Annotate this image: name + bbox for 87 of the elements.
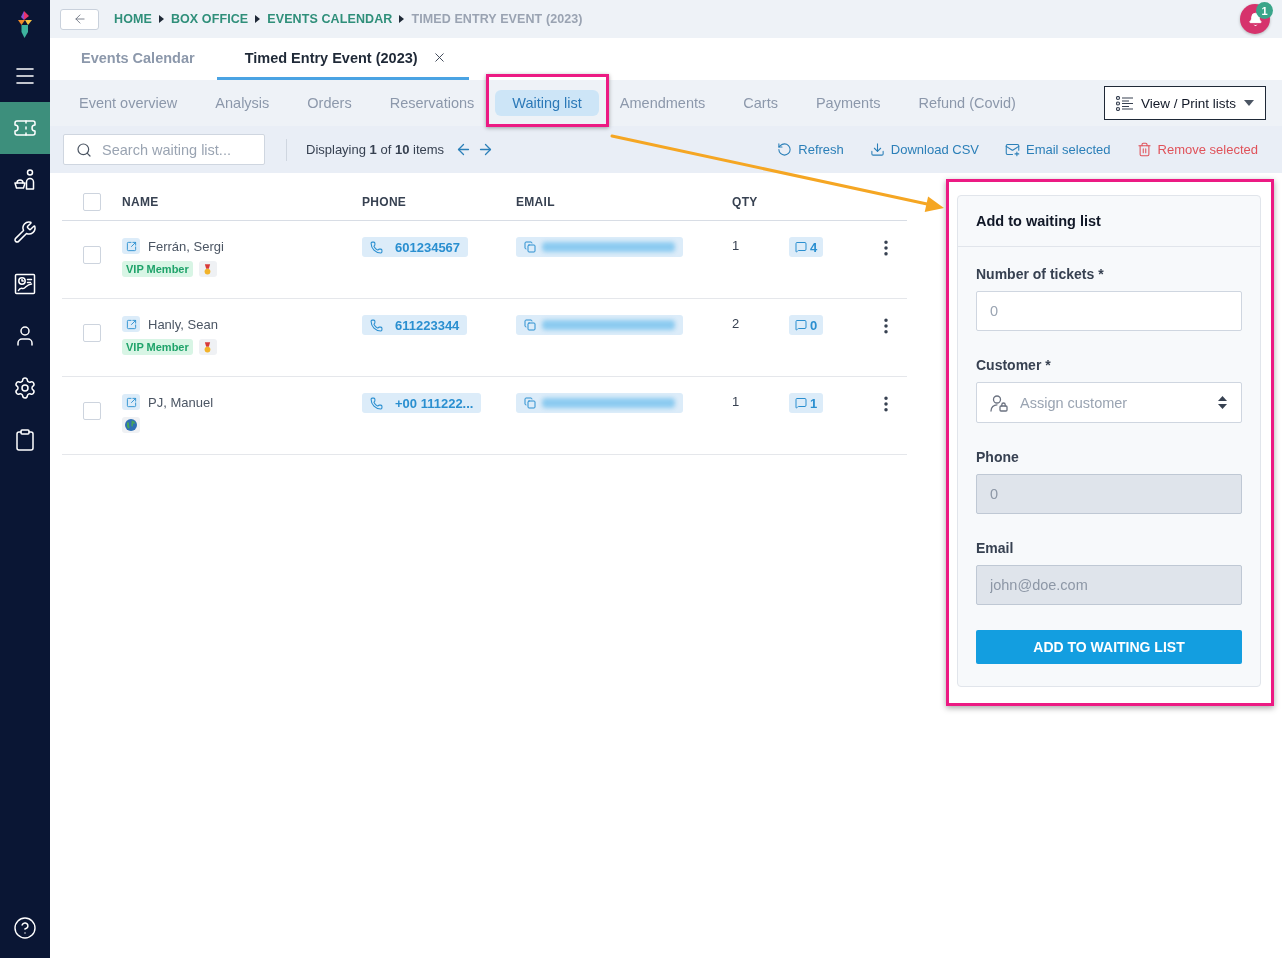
basket-person-icon	[13, 168, 37, 192]
user-lock-icon	[990, 393, 1008, 412]
comment-icon	[795, 319, 807, 331]
table-cell-text: 1	[732, 237, 741, 253]
tab[interactable]: Events Calendar	[53, 38, 217, 80]
copy-icon	[524, 397, 536, 409]
logo-icon[interactable]	[15, 11, 35, 39]
caret-right-icon	[255, 15, 261, 23]
column-header: PHONE	[362, 194, 408, 209]
table-cell-text: 1	[732, 393, 741, 409]
nav-tab[interactable]: Amendments	[611, 90, 714, 116]
phone-icon	[370, 396, 383, 410]
chart-board-icon	[13, 272, 37, 296]
nav-tab[interactable]: Event overview	[71, 90, 186, 116]
action-link[interactable]: Email selected	[1005, 142, 1111, 157]
help-icon	[13, 916, 37, 940]
external-link-icon[interactable]	[122, 238, 140, 254]
clipboard-icon	[13, 428, 37, 452]
action-link[interactable]: Refresh	[777, 142, 844, 157]
checkbox[interactable]	[83, 246, 101, 264]
field-label: Number of tickets *	[976, 265, 1105, 283]
submit-button[interactable]: ADD TO WAITING LIST	[976, 630, 1242, 664]
customer-name: PJ, Manuel	[148, 394, 214, 410]
caret-right-icon	[399, 15, 405, 23]
list-icon	[1115, 95, 1133, 111]
comment-icon	[795, 397, 807, 409]
checkbox[interactable]	[83, 402, 101, 420]
external-link-icon[interactable]	[122, 316, 140, 332]
column-header: QTY	[732, 194, 759, 209]
notification-button[interactable]: 1	[1240, 4, 1270, 34]
nav-tab[interactable]: Orders	[299, 90, 360, 116]
globe-icon	[122, 417, 140, 433]
notification-badge: 1	[1256, 2, 1273, 19]
nav-tab[interactable]: Refund (Covid)	[910, 90, 1024, 116]
pagination-text: Displaying 1 of 10 items	[306, 142, 445, 157]
customer-name: Hanly, Sean	[148, 316, 218, 332]
view-print-button[interactable]: View / Print lists	[1103, 86, 1266, 120]
field-label: Customer *	[976, 356, 1052, 374]
nav-tab[interactable]: Carts	[735, 90, 786, 116]
search-field[interactable]: Search waiting list...	[63, 134, 265, 165]
breadcrumb-link[interactable]: BOX OFFICE	[170, 12, 249, 26]
breadcrumb-current: TIMED ENTRY EVENT (2023)	[411, 12, 583, 26]
settings-icon	[13, 376, 37, 400]
phone-icon	[370, 318, 383, 332]
input-field[interactable]: 0	[976, 291, 1242, 331]
mail-plus-icon	[1005, 142, 1020, 157]
up-down-caret-icon	[1218, 396, 1227, 409]
select-field[interactable]: Assign customer	[976, 382, 1242, 423]
customer-name: Ferrán, Sergi	[148, 238, 224, 254]
bell-icon	[1247, 11, 1263, 27]
breadcrumb-link[interactable]: HOME	[114, 12, 152, 26]
download-icon	[869, 142, 885, 157]
copy-icon	[524, 319, 536, 331]
comments-button[interactable]: 1	[789, 393, 824, 413]
checkbox[interactable]	[83, 324, 101, 342]
nav-tab[interactable]: Payments	[807, 90, 889, 116]
field-label: Phone	[976, 448, 1020, 466]
field-label: Email	[976, 539, 1015, 557]
medal-icon	[198, 261, 217, 277]
wrench-icon	[13, 220, 37, 244]
comments-button[interactable]: 4	[789, 237, 824, 257]
comment-icon	[795, 241, 807, 253]
phone-link[interactable]: 611223344	[362, 315, 468, 335]
nav-tab[interactable]: Reservations	[381, 90, 483, 116]
comments-button[interactable]: 0	[789, 315, 824, 335]
phone-link[interactable]: 601234567	[362, 237, 469, 257]
column-header: NAME	[122, 194, 160, 209]
table-cell-text: 2	[732, 315, 741, 331]
action-link[interactable]: Download CSV	[869, 142, 979, 157]
external-link-icon[interactable]	[122, 394, 140, 410]
refresh-icon	[777, 142, 793, 157]
member-tag: VIP Member	[122, 261, 193, 277]
search-icon	[76, 142, 92, 158]
phone-icon	[370, 240, 383, 254]
panel-title: Add to waiting list	[976, 213, 1101, 229]
caret-down-icon	[1244, 100, 1254, 106]
caret-right-icon	[158, 15, 164, 23]
column-header: EMAIL	[516, 194, 556, 209]
breadcrumb-link[interactable]: EVENTS CALENDAR	[267, 12, 393, 26]
copy-icon	[524, 241, 536, 253]
member-tag: VIP Member	[122, 339, 193, 355]
nav-tab[interactable]: Analysis	[207, 90, 278, 116]
action-link[interactable]: Remove selected	[1136, 142, 1258, 157]
phone-link[interactable]: +00 111222...	[362, 393, 482, 413]
medal-icon	[198, 339, 217, 355]
trash-icon	[1136, 142, 1152, 157]
checkbox[interactable]	[83, 192, 101, 211]
